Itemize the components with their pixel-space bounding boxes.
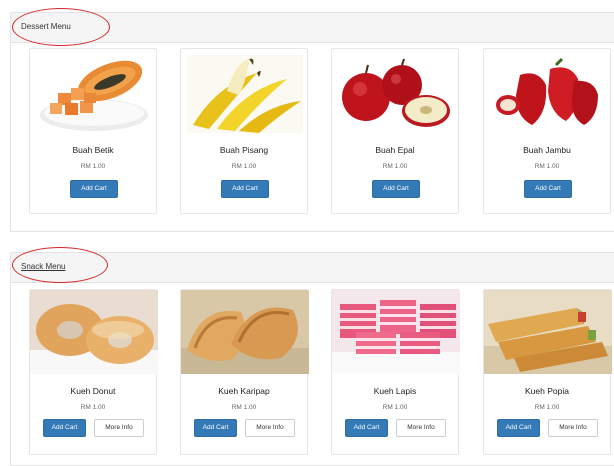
annotation-circle-snack	[12, 247, 108, 283]
add-cart-button[interactable]: Add Cart	[194, 419, 237, 437]
product-card-buah-epal: Buah Epal RM 1.00 Add Cart	[331, 48, 459, 214]
banana-image	[187, 55, 303, 133]
product-price: RM 1.00	[231, 404, 257, 411]
product-name: Buah Jambu	[523, 145, 571, 155]
more-info-button[interactable]: More Info	[245, 419, 295, 437]
product-price: RM 1.00	[382, 163, 408, 170]
donut-image	[30, 290, 158, 374]
product-name: Buah Betik	[72, 145, 114, 155]
product-price: RM 1.00	[382, 404, 408, 411]
add-cart-button[interactable]: Add Cart	[497, 419, 540, 437]
product-price: RM 1.00	[80, 404, 106, 411]
product-price: RM 1.00	[534, 404, 560, 411]
product-card-kueh-lapis: Kueh Lapis RM 1.00 Add Cart More Info	[331, 289, 460, 455]
product-card-kueh-popia: Kueh Popia RM 1.00 Add Cart More Info	[483, 289, 612, 455]
more-info-button[interactable]: More Info	[548, 419, 598, 437]
add-cart-button[interactable]: Add Cart	[372, 180, 420, 198]
product-card-kueh-donut: Kueh Donut RM 1.00 Add Cart More Info	[29, 289, 158, 455]
product-card-kueh-karipap: Kueh Karipap RM 1.00 Add Cart More Info	[180, 289, 309, 455]
papaya-image	[36, 55, 152, 133]
add-cart-button[interactable]: Add Cart	[345, 419, 388, 437]
product-name: Kueh Lapis	[373, 386, 417, 396]
add-cart-button[interactable]: Add Cart	[43, 419, 86, 437]
product-name: Buah Epal	[375, 145, 415, 155]
product-card-buah-jambu: Buah Jambu RM 1.00 Add Cart	[483, 48, 611, 214]
add-cart-button[interactable]: Add Cart	[70, 180, 118, 198]
product-card-buah-pisang: Buah Pisang RM 1.00 Add Cart	[180, 48, 308, 214]
product-name: Kueh Popia	[525, 386, 569, 396]
more-info-button[interactable]: More Info	[396, 419, 446, 437]
product-card-buah-betik: Buah Betik RM 1.00 Add Cart	[29, 48, 157, 214]
annotation-circle-dessert	[12, 8, 110, 46]
product-name: Kueh Karipap	[218, 386, 270, 396]
rose-apple-image	[490, 55, 606, 133]
lapis-image	[332, 290, 460, 374]
product-name: Buah Pisang	[219, 145, 269, 155]
more-info-button[interactable]: More Info	[94, 419, 144, 437]
product-name: Kueh Donut	[70, 386, 116, 396]
product-price: RM 1.00	[80, 163, 106, 170]
product-price: RM 1.00	[231, 163, 257, 170]
popia-image	[484, 290, 612, 374]
apple-image	[338, 55, 454, 133]
add-cart-button[interactable]: Add Cart	[221, 180, 269, 198]
karipap-image	[181, 290, 309, 374]
product-price: RM 1.00	[534, 163, 560, 170]
add-cart-button[interactable]: Add Cart	[524, 180, 572, 198]
